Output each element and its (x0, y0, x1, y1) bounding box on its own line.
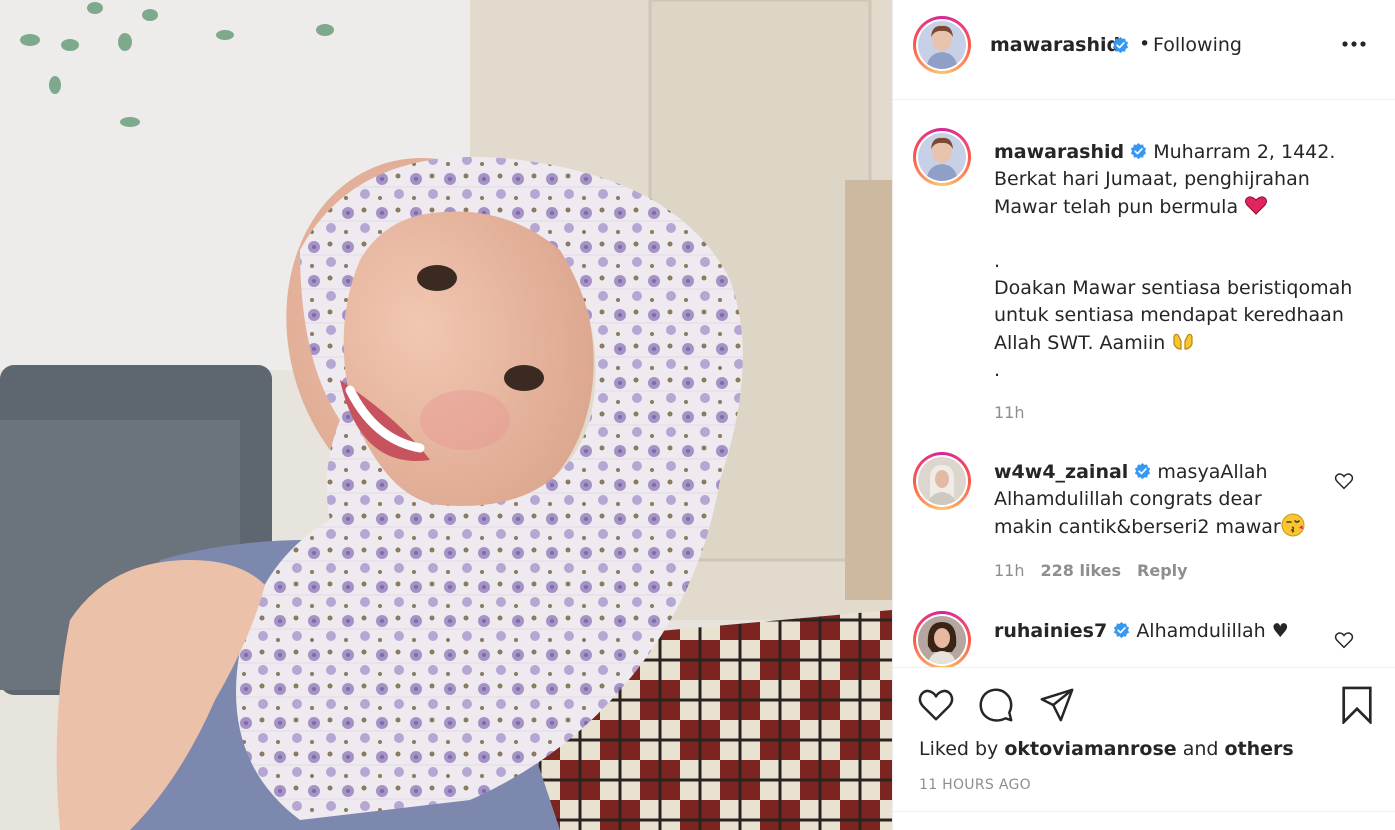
comment-line: Alhamdulillah ♥ (1136, 620, 1289, 642)
comment-likes[interactable]: 228 likes (1041, 561, 1122, 580)
divider (893, 811, 1395, 812)
comment-icon[interactable] (977, 686, 1015, 724)
comment-username[interactable]: w4w4_zainal (994, 461, 1128, 483)
liked-by-user-link[interactable]: oktoviamanrose (1004, 738, 1176, 760)
liked-by-text: Liked by oktoviamanrose and others (919, 738, 1294, 760)
comments-list[interactable]: mawarashid Muharram 2, 1442. Berkat hari… (893, 101, 1395, 667)
liked-by-others-link[interactable]: others (1225, 738, 1294, 760)
comment-line: makin cantik&berseri2 mawar (994, 516, 1281, 538)
heart-icon[interactable] (917, 686, 955, 724)
caption-time[interactable]: 11h (994, 403, 1025, 422)
caption-author-avatar[interactable] (913, 128, 971, 186)
author-username[interactable]: mawarashid (990, 34, 1120, 56)
author-avatar[interactable] (913, 16, 971, 74)
post-header: mawarashid • Following (893, 0, 1395, 100)
comment-like-heart-icon[interactable] (1334, 631, 1354, 649)
author-avatar-image (918, 21, 966, 69)
comment-line: Alhamdulillah congrats dear (994, 488, 1262, 510)
more-options-icon[interactable] (1341, 40, 1367, 48)
comment-text: ruhainies7 Alhamdulillah ♥ (994, 618, 1354, 645)
comment-time[interactable]: 11h (994, 561, 1025, 580)
caption-text: mawarashid Muharram 2, 1442. Berkat hari… (994, 139, 1354, 384)
comment-username[interactable]: ruhainies7 (994, 620, 1107, 642)
post-image (0, 0, 892, 830)
caption-line: Allah SWT. Aamiin (994, 332, 1166, 354)
caption-avatar-image (918, 133, 966, 181)
red-heart-emoji-icon (1245, 196, 1268, 215)
commenter-avatar[interactable] (913, 611, 971, 667)
caption-line: Doakan Mawar sentiasa beristiqomah (994, 277, 1353, 299)
comment-meta: 11h 228 likes Reply (994, 561, 1204, 580)
separator-dot: • (1139, 33, 1151, 55)
caption-line: . (994, 250, 1001, 272)
bookmark-icon[interactable] (1338, 686, 1376, 724)
caption-username[interactable]: mawarashid (994, 141, 1124, 163)
caption-line: untuk sentiasa mendapat keredhaan (994, 304, 1344, 326)
post-side-panel: mawarashid • Following mawarashid Muharr… (892, 0, 1395, 830)
open-hands-emoji-icon (1173, 333, 1193, 350)
comment-line: masyaAllah (1157, 461, 1268, 483)
share-icon[interactable] (1038, 686, 1076, 724)
post-timestamp[interactable]: 11 HOURS AGO (919, 777, 1031, 793)
comment-text: w4w4_zainal masyaAllah Alhamdulillah con… (994, 459, 1354, 541)
comment-like-heart-icon[interactable] (1334, 472, 1354, 490)
post-photo[interactable] (0, 0, 892, 830)
verified-badge-icon (1112, 37, 1129, 54)
caption-line: Berkat hari Jumaat, penghijrahan (994, 168, 1310, 190)
kissing-face-emoji-icon (1281, 513, 1305, 537)
commenter-avatar-image (918, 616, 966, 664)
reply-button[interactable]: Reply (1137, 561, 1188, 580)
liked-by-and: and (1182, 738, 1219, 760)
commenter-avatar[interactable] (913, 452, 971, 510)
verified-badge-icon (1114, 622, 1130, 639)
post-actions: Liked by oktoviamanrose and others 11 HO… (893, 667, 1395, 830)
verified-badge-icon (1135, 463, 1151, 480)
following-button[interactable]: Following (1153, 34, 1242, 56)
verified-badge-icon (1131, 143, 1147, 160)
caption-line: Mawar telah pun bermula (994, 196, 1239, 218)
liked-by-prefix: Liked by (919, 738, 999, 760)
caption-line: . (994, 359, 1001, 381)
caption-meta: 11h (994, 403, 1041, 422)
caption-line: Muharram 2, 1442. (1153, 141, 1336, 163)
commenter-avatar-image (918, 457, 966, 505)
